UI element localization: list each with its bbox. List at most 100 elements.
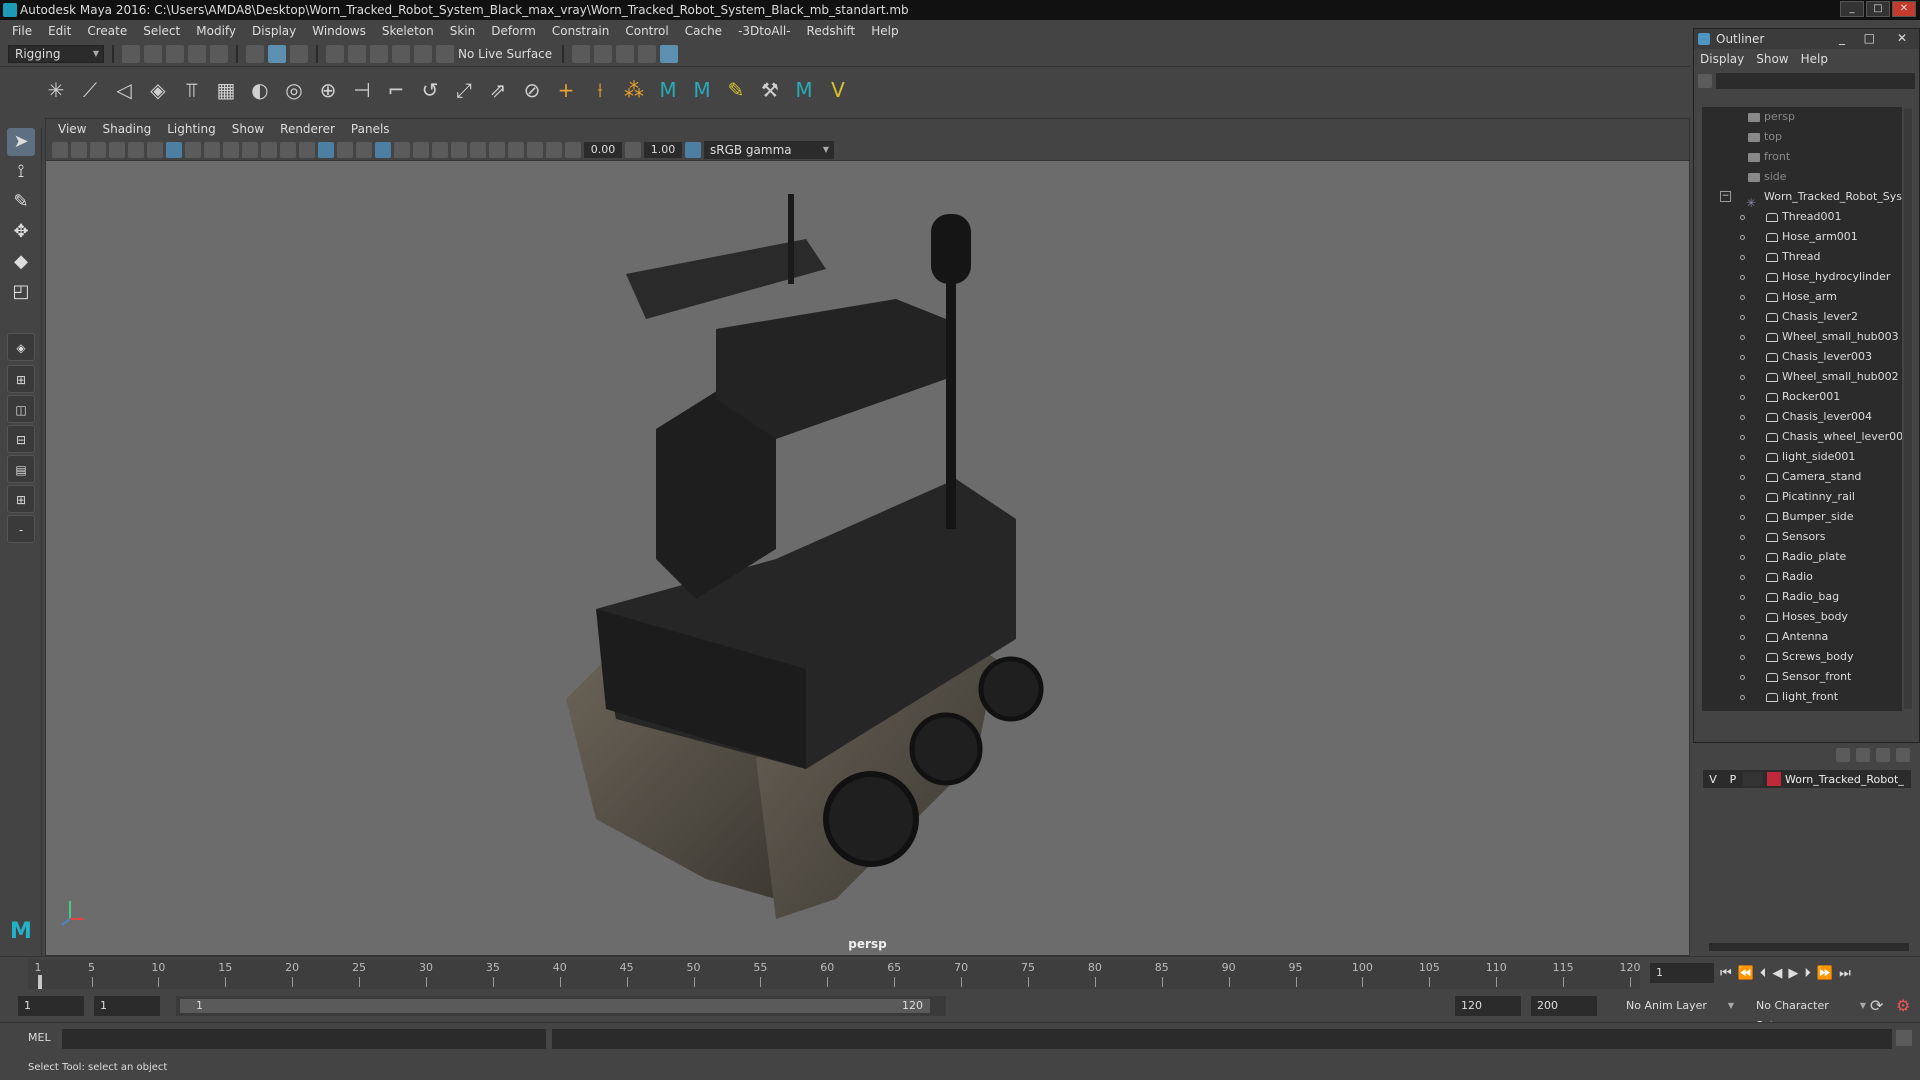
custom-layout-icon[interactable]: - bbox=[7, 515, 35, 543]
layer-row[interactable]: V P Worn_Tracked_Robot_ bbox=[1703, 770, 1911, 788]
step-forward-key-icon[interactable]: ⏩ bbox=[1817, 966, 1833, 981]
live-surface-icon[interactable] bbox=[436, 45, 454, 63]
render-frame-icon[interactable] bbox=[594, 45, 612, 63]
new-scene-icon[interactable] bbox=[122, 45, 140, 63]
layer-move-up-icon[interactable] bbox=[1836, 748, 1850, 762]
persp-graph-layout-icon[interactable]: ⊟ bbox=[7, 425, 35, 453]
play-forward-icon[interactable]: ▶ bbox=[1788, 966, 1798, 981]
textured-icon[interactable] bbox=[356, 141, 372, 158]
wrap-deformer-icon[interactable]: ⊕ bbox=[316, 78, 340, 102]
collapse-toggle[interactable]: − bbox=[1720, 191, 1731, 202]
select-hierarchy-icon[interactable] bbox=[246, 45, 264, 63]
robot-model[interactable] bbox=[476, 179, 1236, 939]
menu-3dtoall[interactable]: -3DtoAll- bbox=[730, 24, 798, 38]
wireframe-icon[interactable] bbox=[299, 141, 315, 158]
safe-action-icon[interactable] bbox=[261, 141, 277, 158]
undo-icon[interactable] bbox=[188, 45, 206, 63]
orient-constraint-icon[interactable]: ↺ bbox=[418, 78, 442, 102]
outliner-close-button[interactable]: ✕ bbox=[1897, 31, 1907, 45]
menu-select[interactable]: Select bbox=[135, 24, 188, 38]
gate-mask-icon[interactable] bbox=[223, 141, 239, 158]
layer-playback-toggle[interactable]: P bbox=[1723, 773, 1743, 786]
script-editor-icon[interactable] bbox=[1896, 1030, 1912, 1046]
layer-visibility-toggle[interactable]: V bbox=[1703, 773, 1723, 786]
outliner-item[interactable]: Hoses_body bbox=[1702, 607, 1902, 627]
isolate-select-icon[interactable] bbox=[489, 141, 505, 158]
outliner-item[interactable]: Radio_bag bbox=[1702, 587, 1902, 607]
layer-scrollbar[interactable] bbox=[1709, 943, 1909, 951]
outliner-item[interactable]: Bumper_side bbox=[1702, 507, 1902, 527]
four-view-layout-icon[interactable]: ⊞ bbox=[7, 365, 35, 393]
outliner-item[interactable]: Thread bbox=[1702, 247, 1902, 267]
anti-aliasing-icon[interactable] bbox=[451, 141, 467, 158]
snap-point-icon[interactable] bbox=[370, 45, 388, 63]
gamma-field[interactable]: 1.00 bbox=[644, 141, 682, 158]
snap-curve-icon[interactable] bbox=[348, 45, 366, 63]
insert-joint-icon[interactable]: ⟋ bbox=[78, 78, 102, 102]
rotate-tool-icon[interactable]: ◆ bbox=[7, 248, 35, 276]
hik-icon[interactable]: M bbox=[656, 78, 680, 102]
exposure-icon[interactable] bbox=[565, 141, 581, 158]
select-component-icon[interactable] bbox=[290, 45, 308, 63]
lasso-tool-icon[interactable]: ⟟ bbox=[7, 158, 35, 186]
outliner-item-camera-front[interactable]: front bbox=[1702, 147, 1902, 167]
camera-select-icon[interactable] bbox=[52, 141, 68, 158]
outliner-item[interactable]: Hose_arm bbox=[1702, 287, 1902, 307]
render-view-icon[interactable] bbox=[572, 45, 590, 63]
outliner-item-root[interactable]: − ✳ Worn_Tracked_Robot_Syst bbox=[1702, 187, 1902, 210]
outliner-item[interactable]: Rocker001 bbox=[1702, 387, 1902, 407]
playback-end-field[interactable]: 120 bbox=[1455, 996, 1521, 1016]
outliner-item[interactable]: Wheel_small_hub002 bbox=[1702, 367, 1902, 387]
scale-tool-icon[interactable]: ◰ bbox=[7, 278, 35, 306]
outliner-item[interactable]: Sensor_front bbox=[1702, 667, 1902, 687]
outliner-tree[interactable]: persp top front side − ✳ Worn_Tracked_Robot_Sy… bbox=[1702, 107, 1902, 711]
minimize-button[interactable]: _ bbox=[1840, 1, 1864, 17]
side-by-side-layout-icon[interactable]: ◫ bbox=[7, 395, 35, 423]
outliner-menu-show[interactable]: Show bbox=[1756, 52, 1788, 66]
menu-constrain[interactable]: Constrain bbox=[544, 24, 618, 38]
pole-vector-icon[interactable]: ⊘ bbox=[520, 78, 544, 102]
orient-joint-icon[interactable]: ◈ bbox=[146, 78, 170, 102]
color-management-icon[interactable] bbox=[685, 141, 701, 158]
bookmark-icon[interactable] bbox=[90, 141, 106, 158]
grease-pencil-icon[interactable] bbox=[147, 141, 163, 158]
single-view-layout-icon[interactable]: ◈ bbox=[7, 333, 35, 361]
blend-shape-icon[interactable]: ⚒ bbox=[758, 78, 782, 102]
menu-create[interactable]: Create bbox=[79, 24, 135, 38]
anim-prefs-icon[interactable]: ⚙ bbox=[1896, 996, 1910, 1015]
layer-type-toggle[interactable] bbox=[1743, 772, 1763, 786]
current-time-marker[interactable] bbox=[38, 975, 42, 989]
wireframe-on-shaded-icon[interactable] bbox=[337, 141, 353, 158]
playback-start-field[interactable]: 1 bbox=[94, 996, 160, 1016]
layer-color-swatch[interactable] bbox=[1767, 772, 1781, 786]
aim-constraint-icon[interactable]: ⇗ bbox=[486, 78, 510, 102]
hypershade-layout-icon[interactable]: ⊞ bbox=[7, 485, 35, 513]
range-bar[interactable]: 1 120 bbox=[176, 996, 946, 1016]
xray-joints-icon[interactable] bbox=[527, 141, 543, 158]
image-plane-icon[interactable] bbox=[109, 141, 125, 158]
shadows-icon[interactable] bbox=[394, 141, 410, 158]
script-language-label[interactable]: MEL bbox=[28, 1031, 51, 1044]
nonlinear-icon[interactable]: V bbox=[826, 78, 850, 102]
outliner-item[interactable]: Thread001 bbox=[1702, 207, 1902, 227]
gamma-icon[interactable] bbox=[625, 141, 641, 158]
close-button[interactable]: ✕ bbox=[1892, 1, 1916, 17]
new-layer-icon[interactable] bbox=[1876, 748, 1890, 762]
outliner-maximize-button[interactable]: □ bbox=[1864, 31, 1875, 45]
outliner-item[interactable]: light_front bbox=[1702, 687, 1902, 707]
menu-cache[interactable]: Cache bbox=[677, 24, 730, 38]
outliner-item[interactable]: Hose_hydrocylinder bbox=[1702, 267, 1902, 287]
safe-title-icon[interactable] bbox=[280, 141, 296, 158]
locator-icon[interactable]: + bbox=[554, 78, 578, 102]
render-settings-icon[interactable] bbox=[638, 45, 656, 63]
menu-redshift[interactable]: Redshift bbox=[799, 24, 864, 38]
go-to-end-icon[interactable]: ⏭ bbox=[1839, 966, 1851, 981]
move-tool-icon[interactable]: ✥ bbox=[7, 218, 35, 246]
outliner-minimize-button[interactable]: _ bbox=[1839, 31, 1845, 45]
lattice-icon[interactable]: ⁂ bbox=[622, 78, 646, 102]
camera-attributes-icon[interactable] bbox=[71, 141, 87, 158]
layer-name[interactable]: Worn_Tracked_Robot_ bbox=[1785, 773, 1904, 786]
point-constraint-icon[interactable]: ⌐ bbox=[384, 78, 408, 102]
menu-set-dropdown[interactable]: Rigging bbox=[8, 45, 104, 63]
step-back-frame-icon[interactable]: ⏴ bbox=[1760, 966, 1767, 981]
